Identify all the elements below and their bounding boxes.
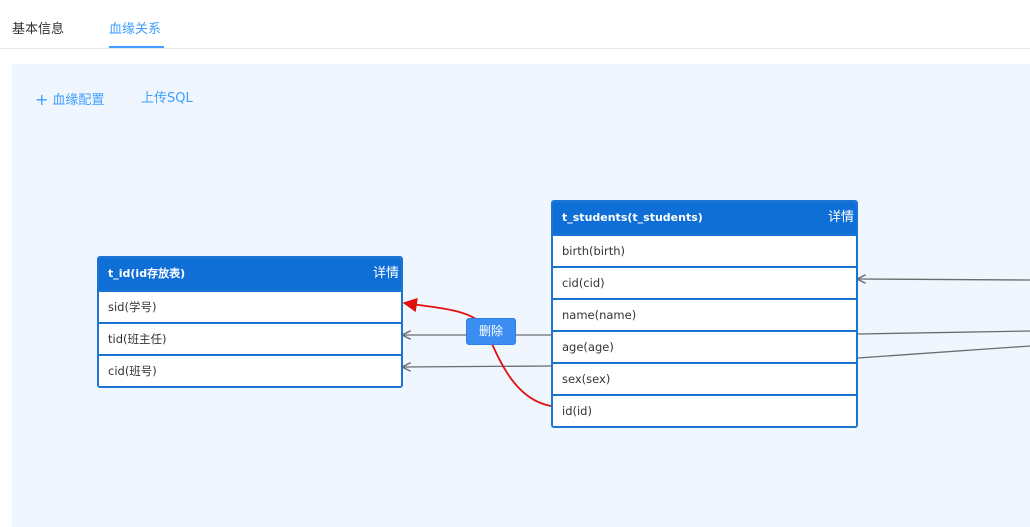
- field-row-age[interactable]: age(age): [553, 330, 856, 362]
- field-row-sex[interactable]: sex(sex): [553, 362, 856, 394]
- detail-link[interactable]: 详情: [828, 209, 854, 227]
- edge-external-age[interactable]: [857, 330, 1030, 335]
- field-row-cid[interactable]: cid(班号): [99, 354, 401, 386]
- edge-external-cid[interactable]: [858, 279, 1030, 280]
- tab-lineage[interactable]: 血缘关系: [109, 20, 161, 40]
- delete-edge-button[interactable]: 删除: [466, 318, 516, 345]
- field-row-sid[interactable]: sid(学号): [99, 290, 401, 322]
- table-title: t_students(t_students): [562, 211, 703, 224]
- field-row-cid[interactable]: cid(cid): [553, 266, 856, 298]
- table-card-t-id[interactable]: t_id(id存放表) 详情 sid(学号) tid(班主任) cid(班号): [97, 256, 403, 388]
- field-row-name[interactable]: name(name): [553, 298, 856, 330]
- lineage-canvas[interactable]: + 血缘配置 上传SQL t_id(id存放表) 详情 sid(学号) tid(班…: [12, 64, 1030, 527]
- field-row-tid[interactable]: tid(班主任): [99, 322, 401, 354]
- field-row-birth[interactable]: birth(birth): [553, 234, 856, 266]
- table-card-t-students[interactable]: t_students(t_students) 详情 birth(birth) c…: [551, 200, 858, 428]
- table-header: t_id(id存放表) 详情: [99, 258, 401, 290]
- table-title: t_id(id存放表): [108, 267, 186, 280]
- table-header: t_students(t_students) 详情: [553, 202, 856, 234]
- tab-basic-info[interactable]: 基本信息: [12, 20, 64, 40]
- active-tab-indicator: [109, 46, 164, 48]
- edge-external-sex[interactable]: [857, 345, 1030, 359]
- edge-cid[interactable]: [403, 366, 552, 367]
- field-row-id[interactable]: id(id): [553, 394, 856, 426]
- tab-bar: 基本信息 血缘关系: [0, 0, 1030, 49]
- detail-link[interactable]: 详情: [373, 265, 399, 283]
